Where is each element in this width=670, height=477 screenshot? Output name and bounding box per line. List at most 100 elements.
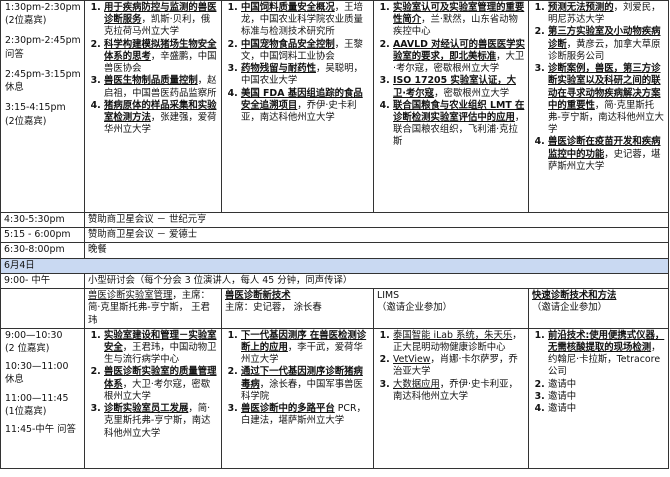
workshop-chairs: 主席：史记蓉， 涂长春 (225, 302, 322, 314)
time-slot: 11:00—11:45 (5, 392, 69, 404)
time-slot: 3:15-4:15pm (5, 102, 66, 114)
time-slot-note: (1位嘉宾) (5, 405, 47, 417)
talk-title: 中国饲料质量安全概况 (241, 2, 335, 13)
time-slot-note: (2位嘉宾) (5, 15, 47, 27)
event-row: 4:30-5:30pm 赞助商卫星会议 － 世纪元亨 (0, 211, 669, 229)
time-slot: 2:30pm-2:45pm (5, 35, 81, 47)
talk-item: 兽医生物制品质量控制，赵启祖，中国兽医药品监察所 (104, 75, 218, 99)
talk-title: 药物残留与耐药性 (241, 63, 317, 75)
talk-item: 猪病原体的样品采集和实验室检测方法，张建强，爱荷华州立大学 (104, 100, 218, 137)
talk-item: 中国宠物食品安全控制，王黎文，中国饲料工业协会 (241, 39, 370, 63)
talk-title: 预测无法预测的 (548, 2, 614, 13)
talk-item: 邀请中 (548, 391, 665, 403)
event-time: 9:00- 中午 (0, 272, 85, 290)
workshop-chairs: （邀请企业参加） (532, 302, 608, 314)
workshop-column-1: 实验室建设和管理－实验室安全，王君玮，中国动物卫生与流行病学中心 兽医诊断实验室… (84, 327, 222, 469)
talk-item: 诊断案例，兽医，第三方诊断实验室以及科研之间的联动在寻求动物疾病解决方案中的重要… (548, 63, 665, 136)
talk-speaker: 邀请中 (548, 378, 577, 390)
talk-item: 兽医诊断中的多路平台 PCR，白建法，堪萨斯州立大学 (241, 403, 370, 427)
talk-item: 用于疾病防控与监测的兽医诊断服务，凯斯·贝利，俄克拉荷马州立大学 (104, 2, 218, 39)
talk-item: 诊断实验室员工发展，简·克里斯托弗-亨宁斯，南达科他州立大学 (104, 403, 218, 440)
session-column-3: 实验室认可及实验室管理的重要性简介，兰·默然，山东省动物疾控中心 AAVLD 对… (373, 0, 529, 213)
time-slot-note: 休息 (5, 374, 24, 386)
talk-item: 实验室认可及实验室管理的重要性简介，兰·默然，山东省动物疾控中心 (393, 2, 525, 39)
time-slot-note: (2位嘉宾) (5, 115, 47, 127)
event-row: 5:15 - 6:00pm 赞助商卫星会议 － 爱德士 (0, 227, 669, 244)
talk-item: 第三方实验室及小动物疾病诊断，黄彦云，加拿大草原诊断服务公司 (548, 26, 665, 63)
workshop-column-2: 下一代基因测序 在兽医检测诊断上的应用，李干武，爱荷华州立大学 通过下一代基因测… (221, 327, 374, 469)
event-desc: 赞助商卫星会议 － 世纪元亨 (84, 211, 669, 229)
talk-item: 预测无法预测的，刘爱民，明尼苏达大学 (548, 2, 665, 26)
workshop-content-row: 9:00—10:30 (2 位嘉宾) 10:30—11:00 休息 11:00—… (0, 327, 669, 469)
talk-item: 下一代基因测序 在兽医检测诊断上的应用，李干武，爱荷华州立大学 (241, 330, 370, 367)
session-column-2: 中国饲料质量安全概况，王培龙，中国农业科学院农业质量标准与检测技术研究所 中国宠… (221, 0, 374, 213)
workshop-header: 快速诊断技术和方法 （邀请企业参加） (528, 288, 669, 329)
talk-item: ISO 17205 实验室认证，大卫·考尔寇，密歇根州立大学 (393, 75, 525, 99)
date-label: 6月4日 (0, 257, 669, 274)
workshop-header: LIMS （邀请企业参加） (373, 288, 529, 329)
workshop-chairs: （邀请企业参加） (377, 302, 453, 314)
time-slot-note: 问答 (5, 48, 24, 60)
date-row: 6月4日 (0, 257, 669, 274)
talk-title: 兽医诊断中的多路平台 (241, 403, 335, 415)
morning-row: 9:00- 中午 小型研讨会（每个分会 3 位演讲人，每人 45 分钟，同声传译… (0, 272, 669, 290)
talk-link[interactable]: 大数据应用 (393, 379, 440, 390)
workshop-title: 快速诊断技术和方法 (532, 290, 617, 302)
talk-item: AAVLD 对经认可的兽医医学实验室的要求，即北美标准，大卫·考尔寇，密歇根州立… (393, 39, 525, 76)
talk-item: 邀请中 (548, 379, 665, 391)
workshop-title: 兽医诊断新技术 (225, 290, 291, 302)
event-row: 6:30-8:00pm 晚餐 (0, 242, 669, 259)
session-column-4: 预测无法预测的，刘爱民，明尼苏达大学 第三方实验室及小动物疾病诊断，黄彦云，加拿… (528, 0, 669, 213)
workshop-header: 兽医诊断实验室管理，主席：简·克里斯托弗-亨宁斯， 王君玮 (84, 288, 222, 329)
talk-title: 联合国粮食与农业组织 LMT 在诊断检测实验室评估中的应用 (393, 99, 525, 123)
talk-speaker: ，密歇根州立大学 (434, 87, 510, 99)
schedule-table: 1:30pm-2:30pm (2位嘉宾) 2:30pm-2:45pm 问答 2:… (0, 0, 669, 469)
talk-item: 药物残留与耐药性，吴聪明， 中国农业大学 (241, 63, 370, 87)
talk-item: 科学构建模拟猪场生物安全体系的思考，辛盛鹏，中国兽医协会 (104, 39, 218, 76)
time-slot-note: 休息 (5, 82, 24, 94)
workshop-time-slots: 9:00—10:30 (2 位嘉宾) 10:30—11:00 休息 11:00—… (0, 327, 85, 469)
event-desc: 小型研讨会（每个分会 3 位演讲人，每人 45 分钟，同声传译） (84, 272, 669, 290)
talk-title: 兽医生物制品质量控制 (104, 75, 198, 87)
talk-title: 前沿技术:使用便携式仪器，无需核酸提取的现场检测 (548, 329, 665, 353)
talk-item: 通过下一代基因测序诊断猪病毒病，涂长春，中国军事兽医科学院 (241, 366, 370, 403)
talk-item: 兽医诊断实验室的质量管理体系，大卫·考尔寇，密歇根州立大学 (104, 366, 218, 403)
time-slot-note: (2 位嘉宾) (5, 342, 50, 354)
workshop-header: 兽医诊断新技术 主席：史记蓉， 涂长春 (221, 288, 374, 329)
talk-link[interactable]: 泰国智能 iLab 系统，朱天乐 (393, 330, 512, 341)
afternoon-sessions-row: 1:30pm-2:30pm (2位嘉宾) 2:30pm-2:45pm 问答 2:… (0, 0, 669, 213)
talk-title: 诊断实验室员工发展 (104, 403, 189, 415)
session-column-1: 用于疾病防控与监测的兽医诊断服务，凯斯·贝利，俄克拉荷马州立大学 科学构建模拟猪… (84, 0, 222, 213)
talk-item: 中国饲料质量安全概况，王培龙，中国农业科学院农业质量标准与检测技术研究所 (241, 2, 370, 39)
talk-item: 兽医诊断在疫苗开发和疾病监控中的功能，史记蓉，堪萨斯州立大学 (548, 136, 665, 173)
talk-item: 大数据应用，乔伊·史卡利亚，南达科他州立大学 (393, 379, 525, 403)
talk-speaker: 邀请中 (548, 390, 577, 402)
event-desc: 晚餐 (84, 242, 669, 259)
event-time: 5:15 - 6:00pm (0, 227, 85, 244)
talk-item: 联合国粮食与农业组织 LMT 在诊断检测实验室评估中的应用，联合国粮农组织，飞利… (393, 100, 525, 149)
time-slot: 9:00—10:30 (5, 329, 63, 341)
time-slot: 10:30—11:00 (5, 361, 69, 373)
time-slot: 2:45pm-3:15pm (5, 68, 81, 80)
afternoon-time-slots: 1:30pm-2:30pm (2位嘉宾) 2:30pm-2:45pm 问答 2:… (0, 0, 85, 213)
workshop-column-3: 泰国智能 iLab 系统，朱天乐，正大昆明动物健康诊断中心 VetView，肖娜… (373, 327, 529, 469)
workshop-column-4: 前沿技术:使用便携式仪器，无需核酸提取的现场检测，约翰尼·卡拉斯，Tetraco… (528, 327, 669, 469)
event-time: 4:30-5:30pm (0, 211, 85, 229)
talk-item: 前沿技术:使用便携式仪器，无需核酸提取的现场检测，约翰尼·卡拉斯，Tetraco… (548, 330, 665, 379)
empty-cell (0, 288, 85, 329)
talk-title: 中国宠物食品安全控制 (241, 38, 335, 50)
workshop-title: 兽医诊断实验室管理 (88, 290, 173, 302)
workshop-title: LIMS (377, 290, 400, 302)
event-time: 6:30-8:00pm (0, 242, 85, 259)
talk-link[interactable]: VetView (393, 354, 430, 365)
event-desc: 赞助商卫星会议 － 爱德士 (84, 227, 669, 244)
talk-item: 实验室建设和管理－实验室安全，王君玮，中国动物卫生与流行病学中心 (104, 330, 218, 367)
talk-speaker: 邀请中 (548, 403, 577, 415)
talk-item: 泰国智能 iLab 系统，朱天乐，正大昆明动物健康诊断中心 (393, 330, 525, 354)
time-slot: 11:45-中午 问答 (5, 424, 76, 436)
talk-item: 美国 FDA 基因组追踪的食品安全追溯项目，乔伊·史卡利亚，南达科他州立大学 (241, 88, 370, 125)
talk-item: 邀请中 (548, 403, 665, 415)
time-slot: 1:30pm-2:30pm (5, 2, 81, 13)
talk-item: VetView，肖娜·卡尔萨罗，乔治亚大学 (393, 354, 525, 378)
talk-speaker: ，涂长春，中国军事兽医科学院 (241, 378, 363, 402)
